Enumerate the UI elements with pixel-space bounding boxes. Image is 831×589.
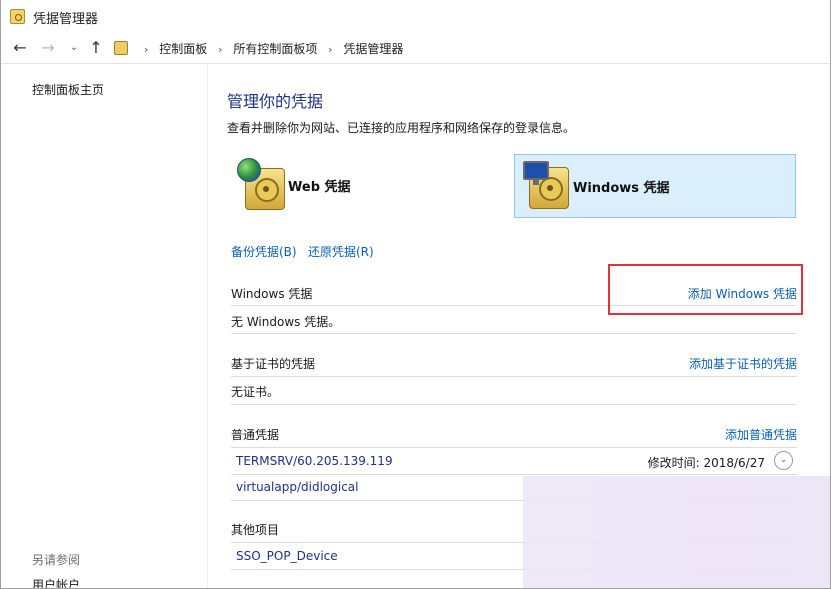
breadcrumb-all-items[interactable]: 所有控制面板项 xyxy=(233,40,317,57)
credential-name: TERMSRV/60.205.139.119 xyxy=(236,454,393,468)
windows-credentials-section-title: Windows 凭据 xyxy=(231,287,313,301)
address-bar: ← → ⌄ ↑ › 控制面板 › 所有控制面板项 › 凭据管理器 xyxy=(1,34,830,64)
divider xyxy=(231,333,797,334)
control-panel-location-icon xyxy=(114,41,128,55)
windows-credentials-tile[interactable]: Windows 凭据 xyxy=(514,154,796,218)
breadcrumb: › 控制面板 › 所有控制面板项 › 凭据管理器 xyxy=(137,40,403,57)
windows-credentials-label: Windows 凭据 xyxy=(573,181,670,196)
web-credentials-tile[interactable]: Web 凭据 xyxy=(231,154,481,218)
watermark-overlay xyxy=(523,476,830,588)
certificate-empty-text: 无证书。 xyxy=(231,385,280,399)
divider xyxy=(231,404,797,405)
breadcrumb-separator-icon[interactable]: › xyxy=(144,43,148,56)
user-accounts-link[interactable]: 用户帐户 xyxy=(32,576,80,588)
breadcrumb-control-panel[interactable]: 控制面板 xyxy=(159,40,207,57)
credential-name: virtualapp/didlogical xyxy=(236,480,359,494)
control-panel-home-link[interactable]: 控制面板主页 xyxy=(32,81,104,98)
annotation-highlight-box xyxy=(608,264,803,315)
generic-credentials-section-title: 普通凭据 xyxy=(231,428,280,442)
breadcrumb-credential-manager[interactable]: 凭据管理器 xyxy=(343,40,403,57)
web-credentials-label: Web 凭据 xyxy=(288,180,351,195)
breadcrumb-separator-icon[interactable]: › xyxy=(218,43,222,56)
credential-manager-window: 凭据管理器 ← → ⌄ ↑ › 控制面板 › 所有控制面板项 › 凭据管理器 控… xyxy=(0,0,831,589)
credential-name: SSO_POP_Device xyxy=(236,549,338,563)
windows-credentials-empty-text: 无 Windows 凭据。 xyxy=(231,315,341,329)
globe-icon xyxy=(237,158,261,182)
page-subtitle: 查看并删除你为网站、已连接的应用程序和网络保存的登录信息。 xyxy=(227,121,576,135)
add-generic-credential-link[interactable]: 添加普通凭据 xyxy=(725,426,797,443)
address-field[interactable]: › 控制面板 › 所有控制面板项 › 凭据管理器 xyxy=(109,37,830,59)
add-certificate-credential-link[interactable]: 添加基于证书的凭据 xyxy=(689,355,797,372)
restore-credentials-link[interactable]: 还原凭据(R) xyxy=(308,243,374,260)
back-arrow-icon[interactable]: ← xyxy=(9,37,31,59)
credential-manager-icon xyxy=(10,9,25,24)
see-also-label: 另请参阅 xyxy=(32,553,81,567)
recent-locations-chevron-down-icon[interactable]: ⌄ xyxy=(63,37,85,59)
list-item[interactable]: TERMSRV/60.205.139.119 修改时间: 2018/6/27 ⌄ xyxy=(231,448,797,474)
other-items-section-title: 其他项目 xyxy=(231,523,280,537)
credential-modified-date: 修改时间: 2018/6/27 xyxy=(647,456,765,470)
certificate-credentials-section-title: 基于证书的凭据 xyxy=(231,357,316,371)
title-bar: 凭据管理器 xyxy=(1,0,830,34)
backup-credentials-link[interactable]: 备份凭据(B) xyxy=(231,243,297,260)
up-arrow-icon[interactable]: ↑ xyxy=(85,37,107,59)
monitor-icon xyxy=(523,161,549,185)
chevron-down-icon[interactable]: ⌄ xyxy=(774,451,793,470)
breadcrumb-separator-icon[interactable]: › xyxy=(328,43,332,56)
window-title: 凭据管理器 xyxy=(33,12,99,27)
forward-arrow-icon[interactable]: → xyxy=(37,37,59,59)
page-title: 管理你的凭据 xyxy=(227,92,324,111)
left-pane: 控制面板主页 另请参阅 用户帐户 xyxy=(1,64,208,588)
divider xyxy=(231,376,797,377)
